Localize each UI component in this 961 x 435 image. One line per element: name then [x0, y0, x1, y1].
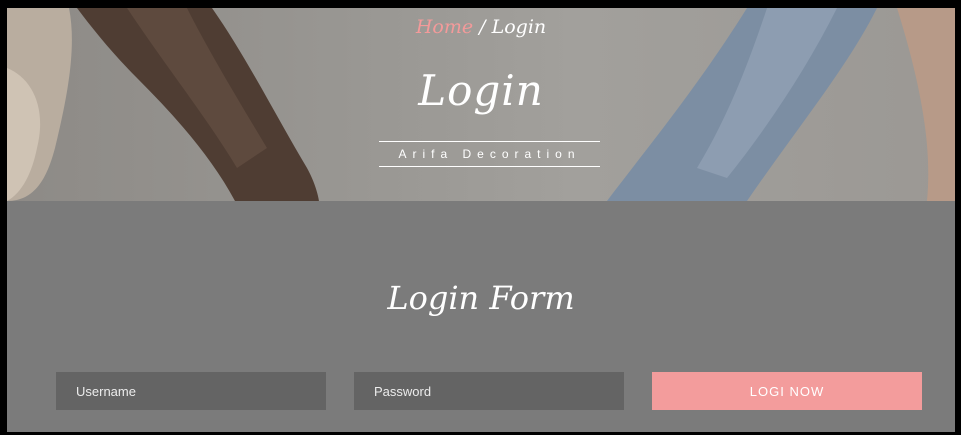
password-input[interactable] — [354, 372, 624, 410]
page-title: Login — [418, 66, 544, 115]
breadcrumb-current: Login — [491, 16, 547, 38]
login-form-title: Login Form — [387, 279, 575, 317]
hero-banner: Home / Login Login Arifa Decoration — [7, 8, 955, 201]
login-section: Login Form LOGI NOW — [7, 201, 955, 432]
username-input[interactable] — [56, 372, 326, 410]
site-name-subtitle: Arifa Decoration — [379, 141, 600, 167]
breadcrumb-home-link[interactable]: Home — [416, 16, 473, 38]
breadcrumb-separator: / — [473, 16, 492, 38]
breadcrumb: Home / Login — [7, 16, 955, 38]
login-button[interactable]: LOGI NOW — [652, 372, 922, 410]
page-frame: Home / Login Login Arifa Decoration Logi… — [0, 0, 961, 435]
